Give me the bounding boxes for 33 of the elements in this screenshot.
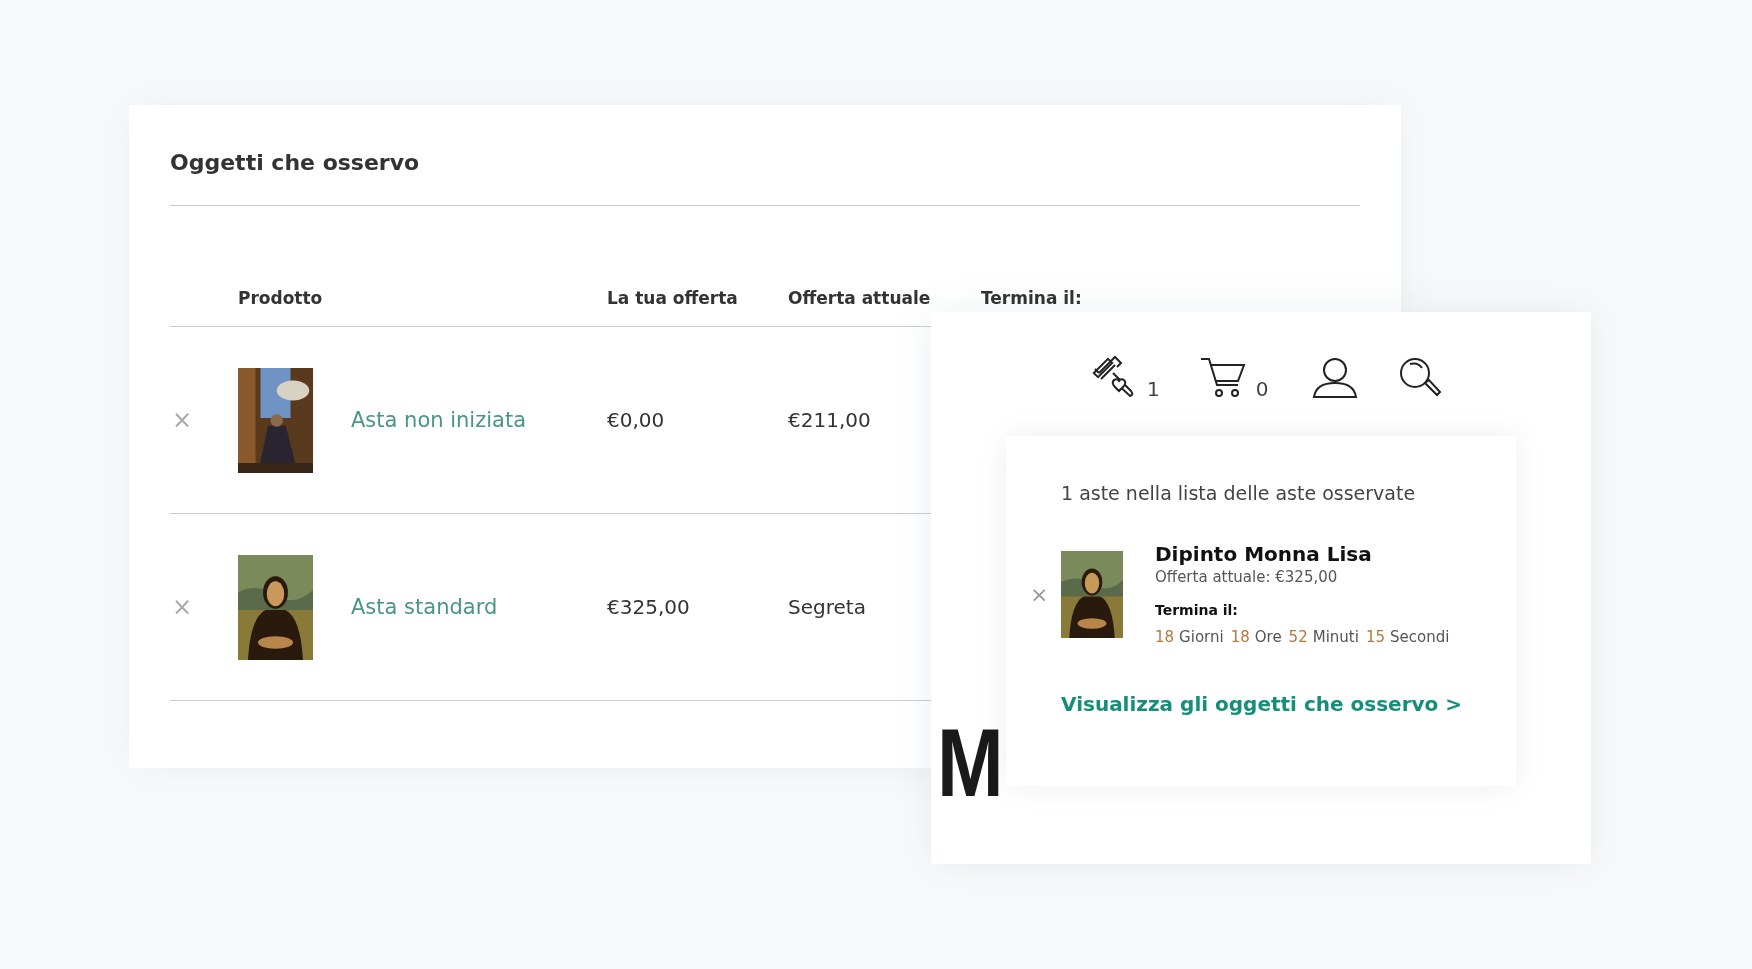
user-icon[interactable]: [1312, 357, 1359, 399]
table-cell: Segreta: [788, 595, 866, 619]
countdown-unit: Secondi: [1389, 628, 1450, 646]
watch-count: 1: [1147, 377, 1160, 401]
product-name: Dipinto Monna Lisa: [1155, 542, 1373, 566]
view-watchlist-link[interactable]: Visualizza gli oggetti che osservo >: [1061, 692, 1463, 716]
current-bid: Offerta attuale: €325,00: [1155, 568, 1339, 586]
table-cell: €0,00: [607, 408, 665, 432]
table-cell: €325,00: [607, 595, 690, 619]
cart-icon[interactable]: [1199, 357, 1246, 399]
countdown-value: 52: [1288, 628, 1308, 646]
countdown-unit: Ore: [1254, 628, 1282, 646]
remove-button[interactable]: ×: [1030, 581, 1061, 607]
background-heading: M: [937, 716, 1004, 812]
countdown-value: 15: [1365, 628, 1385, 646]
table-cell: €211,00: [788, 408, 871, 432]
column-header: Termina il:: [981, 288, 1082, 308]
column-header: Prodotto: [238, 288, 323, 308]
ends-label: Termina il:: [1155, 602, 1239, 618]
countdown-unit: Minuti: [1312, 628, 1359, 646]
remove-button[interactable]: ×: [170, 593, 193, 621]
page-title: Oggetti che osservo: [170, 149, 421, 177]
countdown-value: 18: [1230, 628, 1250, 646]
countdown-value: 18: [1155, 628, 1175, 646]
cart-count: 0: [1255, 377, 1269, 401]
column-header: Offerta attuale: [788, 288, 931, 308]
watchlist-summary: 1 aste nella lista delle aste osservate: [1061, 482, 1417, 504]
column-header: La tua offerta: [607, 288, 738, 308]
remove-button[interactable]: ×: [170, 406, 193, 434]
product-link[interactable]: Asta standard: [351, 595, 498, 619]
search-icon[interactable]: [1398, 357, 1443, 399]
countdown-unit: Giorni: [1179, 628, 1224, 646]
product-link[interactable]: Asta non iniziata: [351, 408, 527, 432]
